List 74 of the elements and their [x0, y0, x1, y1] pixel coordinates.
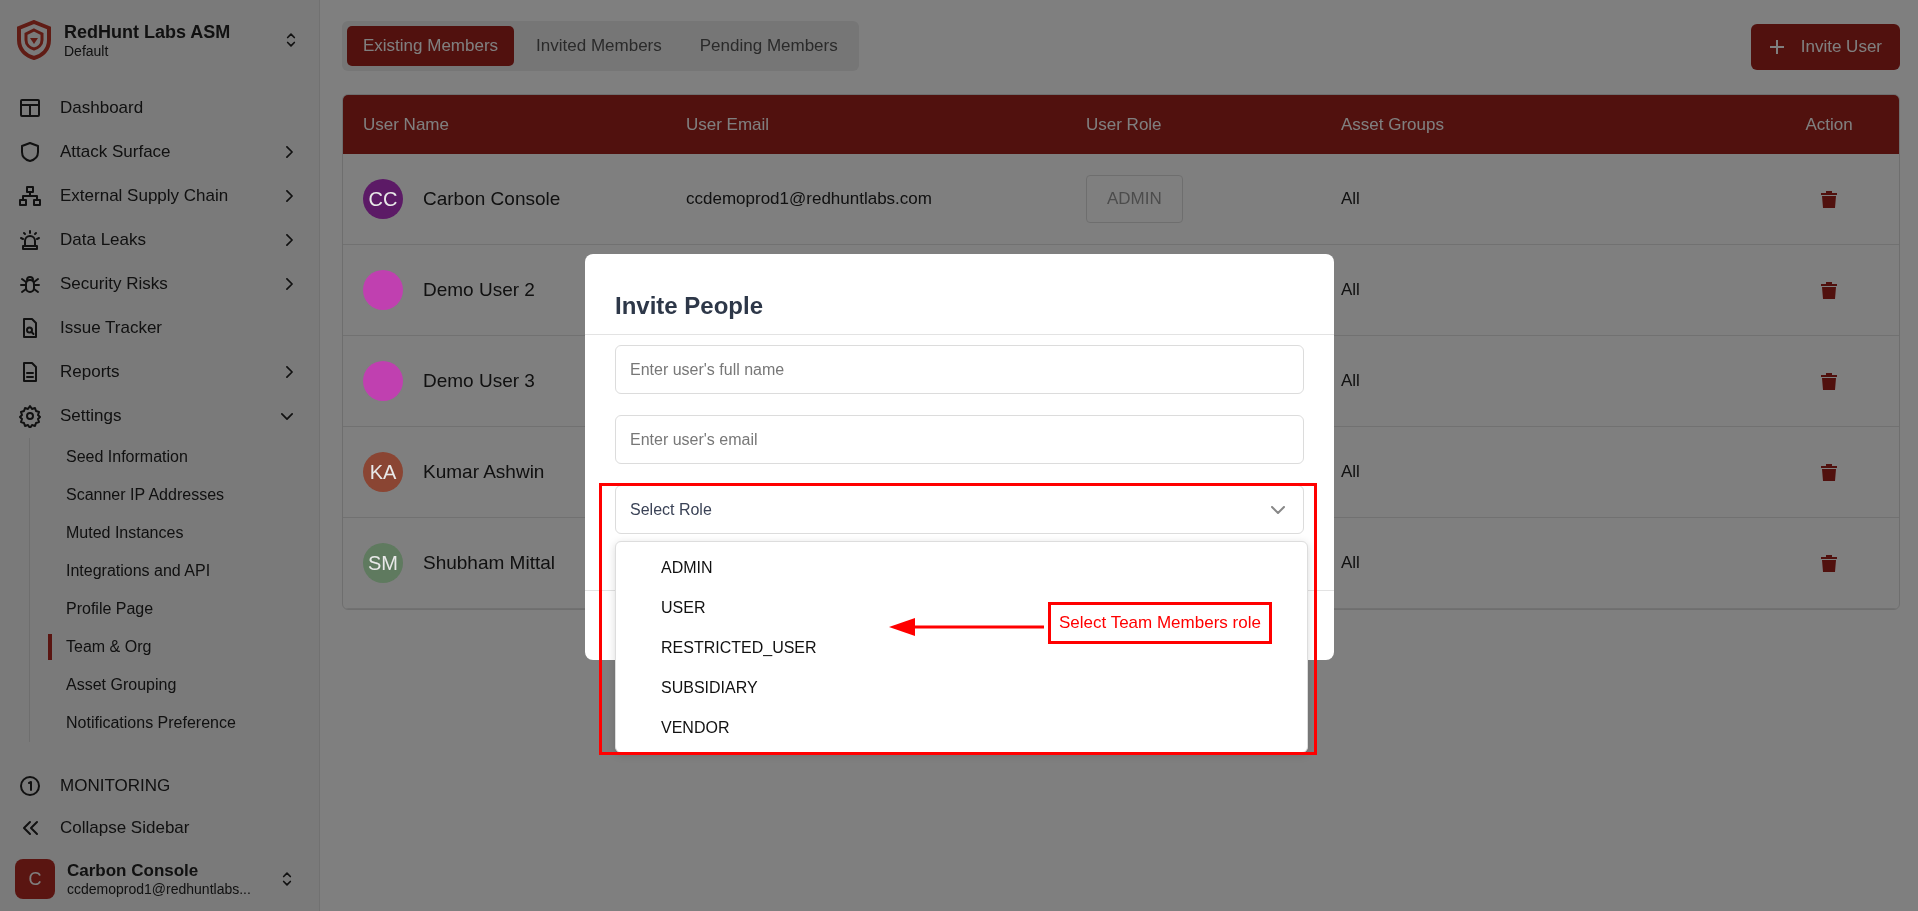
user-name: Carbon Console [423, 188, 561, 210]
chevron-icon [1271, 505, 1285, 514]
user-email: ccdemoprod1@redhuntlabs.com [686, 189, 932, 208]
chevron-icon [286, 190, 293, 202]
nav-item[interactable]: External Supply Chain [0, 174, 319, 218]
user-avatar: SM [363, 543, 403, 583]
submenu-item[interactable]: Team & Org [30, 628, 319, 666]
shield-icon [18, 140, 42, 164]
asset-groups: All [1341, 553, 1360, 572]
user-avatar: C [15, 859, 55, 899]
user-avatar: CC [363, 179, 403, 219]
chevron-icon [286, 234, 293, 246]
workspace-name: Default [64, 42, 110, 59]
asset-groups: All [1341, 462, 1360, 481]
chevron-icon [281, 412, 293, 420]
chevron-icon [286, 146, 293, 158]
dialog-title: Invite People [585, 254, 1334, 335]
user-email: ccdemoprod1@redhuntlabs... [67, 881, 252, 897]
annotation-label: Select Team Members role [1048, 602, 1272, 644]
delete-icon[interactable] [1821, 554, 1837, 572]
asset-groups: All [1341, 371, 1360, 390]
nav-item[interactable]: Issue Tracker [0, 306, 319, 350]
column-header: Asset Groups [1340, 114, 1445, 135]
user-name: Demo User 3 [423, 370, 535, 392]
tab[interactable]: Existing Members [347, 26, 515, 66]
chevron-icon [286, 366, 293, 378]
email-field[interactable]: Enter user's email [615, 415, 1304, 464]
user-name: Shubham Mittal [423, 552, 555, 574]
siren-icon [18, 228, 42, 252]
collapse-sidebar-item[interactable]: Collapse Sidebar [0, 807, 319, 849]
column-header: User Email [685, 114, 771, 135]
user-name: Kumar Ashwin [423, 461, 545, 483]
dropdown-option[interactable]: USER [653, 588, 714, 628]
submenu-item[interactable]: Notifications Preference [30, 704, 319, 742]
delete-icon[interactable] [1821, 190, 1837, 208]
chevron-icon [286, 278, 293, 290]
submenu-item[interactable]: Profile Page [30, 590, 319, 628]
delete-icon[interactable] [1821, 281, 1837, 299]
monitoring-item[interactable]: MONITORING [0, 765, 319, 807]
nav-item[interactable]: Dashboard [0, 86, 319, 130]
dropdown-option[interactable]: ADMIN [653, 548, 721, 588]
user-name: Carbon Console [67, 861, 200, 881]
nav-item[interactable]: Reports [0, 350, 319, 394]
submenu-item[interactable]: Seed Information [30, 438, 319, 476]
user-name: Demo User 2 [423, 279, 535, 301]
tab[interactable]: Pending Members [683, 26, 854, 66]
layout-icon [18, 96, 42, 120]
dropdown-option[interactable]: VENDOR [653, 708, 738, 748]
submenu-item[interactable]: Scanner IP Addresses [30, 476, 319, 514]
column-header: Action [1804, 114, 1854, 135]
plus-icon [1768, 39, 1785, 55]
nav-item[interactable]: Security Risks [0, 262, 319, 306]
logo-icon [16, 20, 52, 60]
asset-groups: All [1341, 189, 1360, 208]
nav-item[interactable]: Attack Surface [0, 130, 319, 174]
dropdown-option[interactable]: SUBSIDIARY [653, 668, 766, 708]
dropdown-option[interactable]: RESTRICTED_USER [653, 628, 825, 668]
nav-item[interactable]: Data Leaks [0, 218, 319, 262]
column-header: User Role [1085, 114, 1163, 135]
tab[interactable]: Invited Members [520, 26, 678, 66]
column-header: User Name [362, 114, 450, 135]
delete-icon[interactable] [1821, 463, 1837, 481]
user-avatar: KA [363, 452, 403, 492]
gear-icon [18, 404, 42, 428]
asset-groups: All [1341, 280, 1360, 299]
org-name: RedHunt Labs ASM [64, 21, 232, 43]
submenu-item[interactable]: Integrations and API [30, 552, 319, 590]
full-name-field[interactable]: Enter user's full name [615, 345, 1304, 394]
network-icon [18, 184, 42, 208]
invite-user-button[interactable]: Invite User [1750, 24, 1900, 70]
nav-item[interactable]: Settings [0, 394, 319, 438]
delete-icon[interactable] [1821, 372, 1837, 390]
submenu-item[interactable]: Muted Instances [30, 514, 319, 552]
submenu-item[interactable]: Asset Grouping [30, 666, 319, 704]
